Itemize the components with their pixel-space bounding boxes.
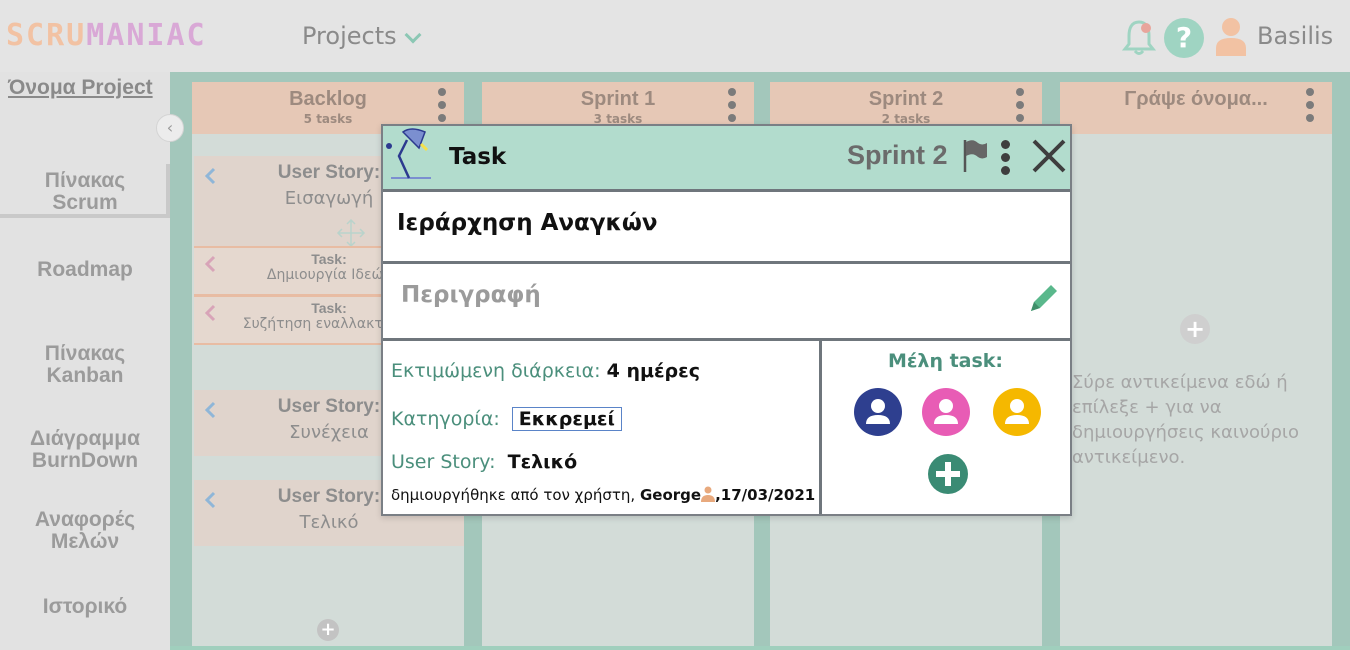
sidebar-item-label: Πίνακας (44, 169, 126, 192)
modal-sprint-label: Sprint 2 (847, 140, 948, 170)
column-title: Sprint 1 (580, 88, 656, 110)
sidebar-item-label: Πίνακας (44, 342, 126, 365)
sidebar-item-label: Kanban (46, 364, 124, 387)
member-avatar[interactable] (854, 388, 902, 436)
lamp-icon (386, 128, 431, 179)
column-title: Sprint 2 (868, 88, 944, 110)
category-label: Κατηγορία: (391, 408, 500, 430)
column-menu-icon[interactable] (728, 88, 736, 127)
modal-header: Task Sprint 2 (383, 126, 1070, 192)
task-detail-modal: Task Sprint 2 Ιεράρχηση Αναγκών Περιγραφ… (381, 124, 1072, 516)
divider (383, 261, 1070, 264)
empty-column-hint: Σύρε αντικείμενα εδώ ή επίλεξε + για να … (1072, 372, 1299, 468)
sidebar-item-label: Ιστορικό (42, 595, 128, 618)
sidebar-item-label: Roadmap (37, 258, 133, 281)
duration-row: Εκτιμώμενη διάρκεια: 4 ημέρες (391, 360, 700, 382)
project-name-link[interactable]: Όνομα Project (8, 76, 153, 100)
link-icon (204, 491, 216, 509)
sidebar-item-scrum-board[interactable]: Πίνακας Scrum (0, 164, 170, 218)
link-icon (204, 167, 216, 185)
sidebar-item-history[interactable]: Ιστορικό (0, 596, 170, 618)
column-menu-icon[interactable] (1016, 88, 1024, 127)
sidebar-item-label: Διάγραμμα (29, 427, 141, 450)
category-select[interactable]: Εκκρεμεί (511, 407, 622, 431)
user-icon (866, 399, 890, 424)
user-story-value[interactable]: Τελικό (508, 451, 578, 473)
description-field[interactable]: Περιγραφή (401, 282, 541, 308)
column-menu-icon[interactable] (438, 88, 446, 127)
sidebar-item-label: Μελών (50, 530, 120, 553)
user-story-row: User Story: Τελικό (391, 451, 577, 473)
link-icon (204, 304, 216, 322)
top-bar: SCRUMANIAC Projects ? Basilis (0, 0, 1350, 72)
projects-menu-label: Projects (302, 22, 397, 50)
user-icon (934, 399, 958, 424)
column-new: Γράψε όνομα... + Σύρε αντικείμενα εδώ ή … (1060, 82, 1332, 646)
add-item-button[interactable]: + (1180, 314, 1210, 344)
modal-type-label: Task (449, 144, 507, 170)
task-title[interactable]: Ιεράρχηση Αναγκών (397, 210, 658, 236)
link-icon (204, 401, 216, 419)
user-avatar-icon[interactable] (1214, 16, 1248, 56)
column-menu-icon[interactable] (1306, 88, 1314, 127)
created-by-info: δημιουργήθηκε από τον χρήστη, George ,17/… (391, 486, 815, 504)
user-icon (1005, 399, 1029, 424)
sidebar-item-roadmap[interactable]: Roadmap (0, 259, 170, 281)
close-icon[interactable] (1031, 138, 1067, 174)
members-title: Μέλη task: (887, 350, 1004, 372)
move-icon[interactable] (336, 218, 366, 248)
sidebar-item-label: Αναφορές (34, 508, 136, 531)
member-avatar[interactable] (993, 388, 1041, 436)
sidebar-item-burndown[interactable]: Διάγραμμα BurnDown (0, 428, 170, 472)
created-by-prefix: δημιουργήθηκε από τον χρήστη, (391, 486, 636, 504)
column-header: Γράψε όνομα... (1060, 82, 1332, 134)
add-item-button[interactable]: + (317, 619, 339, 641)
sidebar-item-member-reports[interactable]: Αναφορές Μελών (0, 509, 170, 553)
sidebar-item-label: Scrum (52, 191, 118, 214)
username-label[interactable]: Basilis (1257, 22, 1333, 50)
created-by-user: George (639, 486, 702, 504)
user-icon (701, 486, 716, 502)
created-date: ,17/03/2021 (715, 486, 816, 504)
add-member-button[interactable] (928, 454, 968, 494)
divider (383, 338, 1070, 341)
logo-text-part: SCRU (6, 18, 87, 53)
bell-icon[interactable] (1122, 18, 1156, 56)
link-icon (204, 255, 216, 273)
duration-value[interactable]: 4 ημέρες (607, 360, 700, 382)
category-row: Κατηγορία: Εκκρεμεί (391, 407, 622, 431)
help-icon[interactable]: ? (1164, 18, 1204, 58)
sidebar-item-kanban-board[interactable]: Πίνακας Kanban (0, 343, 170, 387)
column-title: Backlog (289, 88, 367, 110)
collapse-sidebar-button[interactable]: ‹ (156, 114, 184, 142)
projects-menu[interactable]: Projects (302, 22, 422, 50)
sidebar-item-label: BurnDown (31, 449, 139, 472)
flag-icon[interactable] (961, 138, 989, 174)
divider (170, 646, 1350, 650)
app-logo[interactable]: SCRUMANIAC (6, 18, 207, 53)
sidebar: Όνομα Project ‹ Πίνακας Scrum Roadmap Πί… (0, 72, 184, 650)
user-story-label: User Story: (391, 451, 496, 473)
column-name-input[interactable]: Γράψε όνομα... (1060, 82, 1332, 111)
modal-menu-icon[interactable] (1001, 140, 1010, 179)
pencil-icon[interactable] (1027, 281, 1061, 315)
duration-label: Εκτιμώμενη διάρκεια: (391, 360, 601, 382)
member-avatar[interactable] (922, 388, 970, 436)
chevron-down-icon (404, 26, 422, 44)
logo-text-part: MANIAC (86, 18, 207, 53)
